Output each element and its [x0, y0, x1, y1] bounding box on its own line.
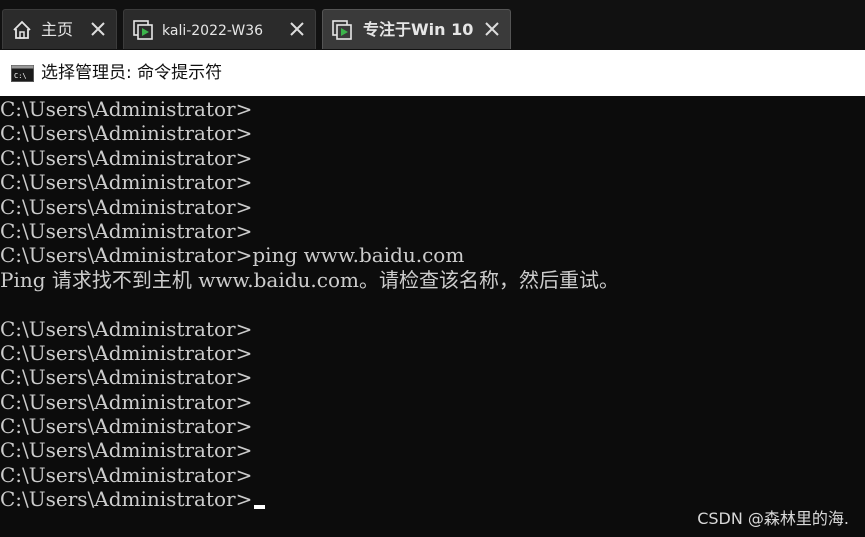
tab-home-label: 主页 [41, 20, 74, 39]
console-line: C:\Users\Administrator> [0, 97, 253, 121]
tab-win10-label: 专注于Win 10 [363, 20, 474, 39]
console-line: C:\Users\Administrator> [0, 218, 253, 243]
console-output[interactable]: C:\Users\Administrator> C:\Users\Adminis… [0, 96, 865, 537]
text-cursor [254, 505, 266, 510]
console-line: Ping 请求找不到主机 www.baidu.com。请检查该名称，然后重试。 [0, 267, 619, 292]
console-line: C:\Users\Administrator> [0, 194, 253, 219]
console-line-prompt[interactable]: C:\Users\Administrator> [0, 487, 619, 511]
console-line: C:\Users\Administrator> [0, 316, 253, 341]
window-title-bar[interactable]: C:\ 选择管理员: 命令提示符 [0, 50, 865, 96]
tab-win10[interactable]: 专注于Win 10 [322, 9, 511, 49]
console-line: C:\Users\Administrator> [0, 121, 253, 146]
console-line: C:\Users\Administrator> [0, 145, 253, 170]
console-line: C:\Users\Administrator> [0, 170, 253, 195]
screen: 主页 kali-2022-W36 专注于Win 10 C:\ 选择管理员: 命令… [0, 0, 865, 537]
home-icon [13, 20, 31, 39]
close-icon[interactable] [88, 19, 108, 39]
vm-icon [133, 20, 153, 40]
console-line: C:\Users\Administrator> [0, 389, 253, 414]
console-line: C:\Users\Administrator> [0, 340, 253, 365]
console-line: C:\Users\Administrator> [0, 462, 253, 487]
console-lines: C:\Users\Administrator> C:\Users\Adminis… [0, 97, 619, 512]
cmd-icon: C:\ [11, 65, 34, 82]
console-line: C:\Users\Administrator> [0, 438, 253, 463]
svg-text:C:\: C:\ [14, 72, 27, 80]
vm-icon [332, 20, 352, 40]
console-line: C:\Users\Administrator>ping www.baidu.co… [0, 243, 465, 268]
window-title: 选择管理员: 命令提示符 [41, 63, 223, 83]
console-line: C:\Users\Administrator> [0, 414, 253, 439]
close-icon[interactable] [482, 19, 502, 39]
tab-home[interactable]: 主页 [2, 9, 117, 49]
tab-strip: 主页 kali-2022-W36 专注于Win 10 [0, 0, 865, 50]
close-icon[interactable] [287, 19, 307, 39]
console-line: C:\Users\Administrator> [0, 365, 253, 390]
tab-kali-label: kali-2022-W36 [162, 23, 264, 39]
tab-kali[interactable]: kali-2022-W36 [123, 9, 316, 49]
watermark: CSDN @森林里的海. [697, 509, 849, 528]
